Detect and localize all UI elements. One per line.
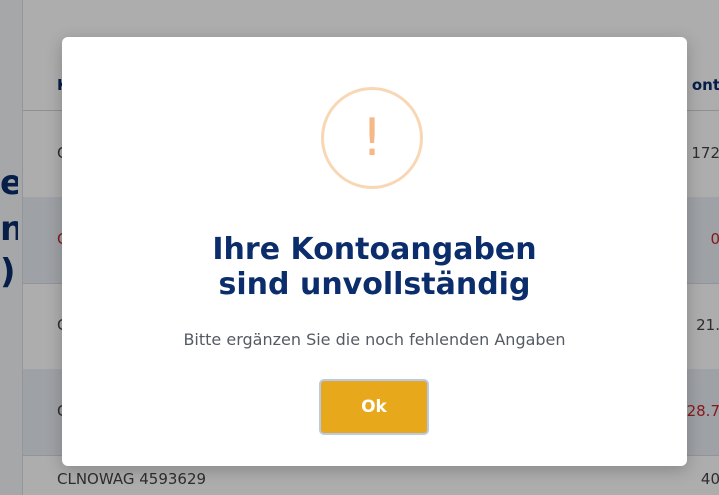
dialog-title: Ihre Kontoangaben sind unvollständig	[62, 232, 687, 303]
ok-button-label: Ok	[361, 397, 387, 417]
warning-icon-mark: !	[361, 108, 383, 168]
dialog-title-line-1: Ihre Kontoangaben	[212, 232, 537, 267]
dialog-message: Bitte ergänzen Sie die noch fehlenden An…	[183, 330, 566, 349]
warning-icon: !	[321, 87, 423, 189]
ok-button[interactable]: Ok	[319, 379, 429, 435]
account-incomplete-dialog: ! Ihre Kontoangaben sind unvollständig B…	[62, 37, 687, 466]
dialog-title-line-2: sind unvollständig	[218, 266, 531, 302]
